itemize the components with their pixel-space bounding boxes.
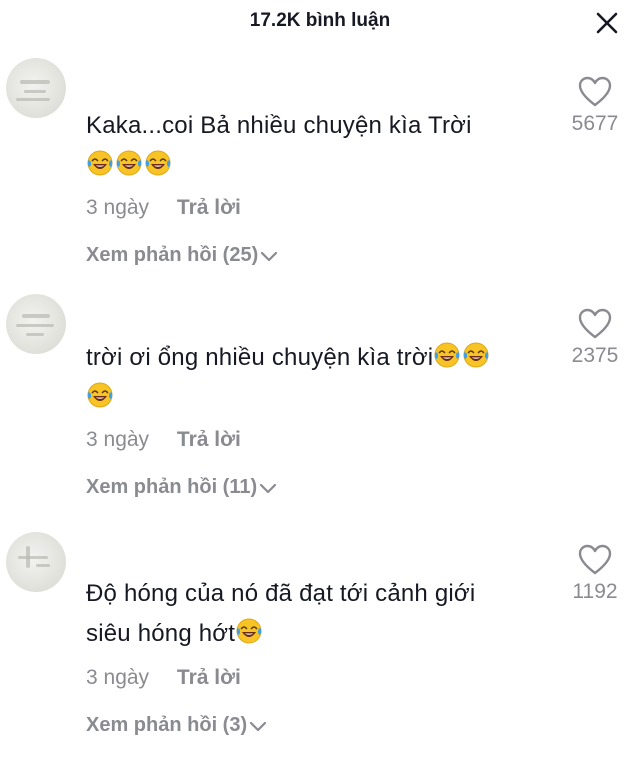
comment-text-content: siêu hóng hớt <box>86 620 236 647</box>
comment-item: trời ơi ổng nhiều chuyện kìa trời 3 ngày… <box>0 294 640 504</box>
reply-button[interactable]: Trả lời <box>177 196 241 219</box>
comment-text: Kaka...coi Bả nhiều chuyện kìa Trời <box>86 106 546 186</box>
view-replies-button[interactable]: Xem phản hồi (25) <box>86 244 278 267</box>
comment-text: Độ hóng của nó đã đạt tới cảnh giới siêu… <box>86 574 546 654</box>
heart-outline-icon[interactable] <box>578 544 612 576</box>
comment-time: 3 ngày <box>86 666 150 689</box>
laughing-tears-emoji <box>86 150 114 176</box>
comment-text-content: trời ơi ổng nhiều chuyện kìa trời <box>86 344 434 371</box>
view-replies-button[interactable]: Xem phản hồi (11) <box>86 476 277 499</box>
comments-header: 17.2K bình luận <box>0 0 640 44</box>
laughing-tears-emoji <box>115 150 143 176</box>
like-button[interactable]: 2375 <box>555 308 635 368</box>
comment-text-content: Kaka...coi Bả nhiều chuyện kìa Trời <box>86 112 472 139</box>
comment-item: Kaka...coi Bả nhiều chuyện kìa Trời 3 ng… <box>0 58 640 268</box>
like-count: 1192 <box>572 580 618 603</box>
like-button[interactable]: 5677 <box>555 76 635 136</box>
comment-count-title: 17.2K bình luận <box>249 10 391 31</box>
comment-text-content: Độ hóng của nó đã đạt tới cảnh giới <box>86 580 476 607</box>
laughing-tears-emoji <box>236 618 263 644</box>
like-count: 2375 <box>571 344 619 367</box>
comment-item: Độ hóng của nó đã đạt tới cảnh giới siêu… <box>0 532 640 742</box>
comment-time: 3 ngày <box>86 428 150 451</box>
heart-outline-icon[interactable] <box>578 76 612 108</box>
like-button[interactable]: 1192 <box>555 544 635 604</box>
view-replies-label: Xem phản hồi (11) <box>86 476 258 498</box>
laughing-tears-emoji <box>144 150 172 176</box>
chevron-down-icon <box>260 483 277 494</box>
close-icon[interactable] <box>594 10 620 36</box>
chevron-down-icon <box>250 721 267 732</box>
heart-outline-icon[interactable] <box>578 308 612 340</box>
laughing-tears-emoji <box>434 342 461 368</box>
laughing-tears-emoji <box>86 382 114 408</box>
avatar[interactable] <box>6 294 66 354</box>
view-replies-label: Xem phản hồi (25) <box>86 244 259 266</box>
avatar[interactable] <box>6 532 66 592</box>
comment-text: trời ơi ổng nhiều chuyện kìa trời <box>86 338 546 418</box>
comment-time: 3 ngày <box>86 196 150 219</box>
comment-meta: 3 ngày Trả lời <box>86 196 241 220</box>
chevron-down-icon <box>261 251 278 262</box>
view-replies-button[interactable]: Xem phản hồi (3) <box>86 714 267 737</box>
emoji-line <box>86 150 173 179</box>
comment-meta: 3 ngày Trả lời <box>86 666 241 690</box>
view-replies-label: Xem phản hồi (3) <box>86 714 248 736</box>
reply-button[interactable]: Trả lời <box>177 428 241 451</box>
like-count: 5677 <box>571 112 619 135</box>
avatar[interactable] <box>6 58 66 118</box>
comment-meta: 3 ngày Trả lời <box>86 428 241 452</box>
reply-button[interactable]: Trả lời <box>177 666 241 689</box>
laughing-tears-emoji <box>463 342 490 368</box>
